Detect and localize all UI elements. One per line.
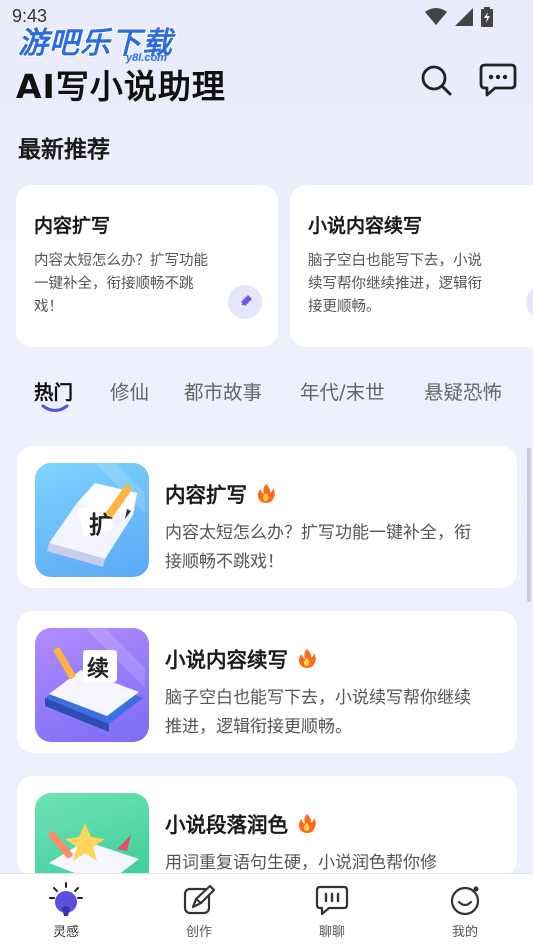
category-tabs: 热门 修仙 都市故事 年代/末世 悬疑恐怖 xyxy=(0,372,533,412)
nav-label: 灵感 xyxy=(52,925,79,940)
polish-thumbnail xyxy=(35,793,149,876)
nav-label: 创作 xyxy=(185,925,212,940)
nav-item-chat[interactable]: 聊聊 xyxy=(292,882,372,940)
feature-title: 内容扩写 xyxy=(165,483,247,507)
continue-thumbnail: 续 xyxy=(35,628,149,742)
nav-item-profile[interactable]: 我的 xyxy=(425,882,505,940)
fire-icon xyxy=(298,814,316,833)
expand-thumbnail: 扩 xyxy=(35,463,149,577)
nav-item-create[interactable]: 创作 xyxy=(159,882,239,940)
feature-title: 小说内容续写 xyxy=(165,648,288,672)
recommend-card-desc: 内容太短怎么办？扩写功能一键补全，衔接顺畅不跳戏！ xyxy=(34,253,208,315)
recommend-card[interactable]: 内容扩写 内容太短怎么办？扩写功能一键补全，衔接顺畅不跳戏！ xyxy=(16,185,278,347)
feature-card[interactable]: 扩 内容扩写 内容太短怎么办？扩写功能一键补全，衔接顺畅不跳戏！ xyxy=(17,446,517,588)
active-tab-indicator xyxy=(41,404,69,412)
tab-hot[interactable]: 热门 xyxy=(34,376,73,405)
bottom-nav: 灵感 创作 聊聊 我的 xyxy=(0,873,533,948)
fire-icon xyxy=(298,649,316,668)
chat-icon xyxy=(314,882,350,918)
pen-icon[interactable] xyxy=(228,285,262,319)
app-title: AI写小说助理 xyxy=(16,67,226,106)
feature-card[interactable]: 续 小说内容续写 脑子空白也能写下去，小说续写帮你继续推进，逻辑衔接更顺畅。 xyxy=(17,611,517,753)
recommend-card-desc: 脑子空白也能写下去，小说续写帮你继续推进，逻辑衔接更顺畅。 xyxy=(308,253,482,315)
nav-item-inspiration[interactable]: 灵感 xyxy=(26,882,106,940)
tab-suspense[interactable]: 悬疑恐怖 xyxy=(424,376,502,405)
tab-xiuxian[interactable]: 修仙 xyxy=(110,376,149,405)
tab-era[interactable]: 年代/末世 xyxy=(300,376,385,405)
scrollbar[interactable] xyxy=(527,448,531,602)
recommend-card-title: 小说内容续写 xyxy=(308,215,423,237)
battery-icon xyxy=(481,7,493,27)
nav-label: 我的 xyxy=(451,925,478,940)
feature-card[interactable]: 小说段落润色 用词重复语句生硬，小说润色帮你修 xyxy=(17,776,517,876)
feature-title-row: 小说内容续写 xyxy=(165,643,318,673)
wifi-icon xyxy=(425,8,447,25)
feature-title-row: 小说段落润色 xyxy=(165,808,318,838)
edit-icon xyxy=(181,882,217,918)
badge-continue: 续 xyxy=(87,656,109,682)
profile-icon xyxy=(447,882,483,918)
signal-icon xyxy=(455,8,473,26)
section-title-recommend: 最新推荐 xyxy=(18,137,110,163)
recommend-card[interactable]: 小说内容续写 脑子空白也能写下去，小说续写帮你继续推进，逻辑衔接更顺畅。 xyxy=(290,185,533,347)
fire-icon xyxy=(257,484,275,503)
feature-desc: 用词重复语句生硬，小说润色帮你修 xyxy=(165,853,437,873)
lightbulb-icon xyxy=(48,882,84,918)
search-icon[interactable] xyxy=(418,62,454,98)
recommend-card-title: 内容扩写 xyxy=(34,215,111,237)
watermark-logo: 游吧乐下载 y8l.com xyxy=(18,18,173,64)
status-icons xyxy=(425,7,493,27)
chat-icon[interactable] xyxy=(479,62,517,98)
feature-desc: 脑子空白也能写下去，小说续写帮你继续推进，逻辑衔接更顺畅。 xyxy=(165,688,471,737)
feature-title-row: 内容扩写 xyxy=(165,478,277,508)
feature-desc: 内容太短怎么办？扩写功能一键补全，衔接顺畅不跳戏！ xyxy=(165,523,471,572)
pen-icon[interactable] xyxy=(526,285,533,319)
feature-title: 小说段落润色 xyxy=(165,813,288,837)
tab-city[interactable]: 都市故事 xyxy=(184,376,262,405)
nav-label: 聊聊 xyxy=(318,925,345,940)
